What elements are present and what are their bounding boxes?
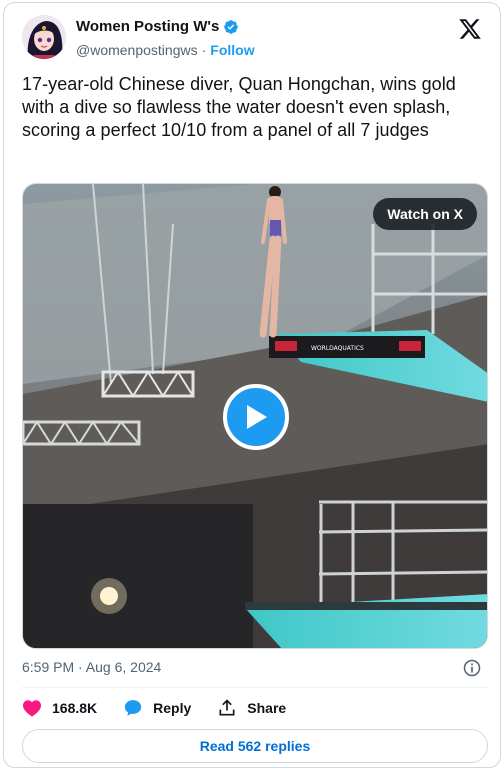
reply-label: Reply bbox=[153, 700, 192, 716]
share-button[interactable]: Share bbox=[217, 698, 286, 718]
play-icon bbox=[247, 405, 267, 429]
handle-row: @womenpostingws · Follow bbox=[76, 42, 255, 58]
reply-bubble-icon bbox=[124, 700, 142, 716]
share-label: Share bbox=[247, 700, 287, 716]
like-button[interactable]: 168.8K bbox=[22, 699, 97, 717]
avatar-illustration bbox=[22, 15, 66, 59]
divider bbox=[22, 687, 488, 688]
timestamp[interactable]: 6:59 PM · Aug 6, 2024 bbox=[22, 659, 161, 675]
tweet-card: Women Posting W's @womenpostingws · Foll… bbox=[3, 2, 501, 768]
follow-button[interactable]: Follow bbox=[210, 42, 254, 58]
avatar[interactable] bbox=[22, 15, 66, 59]
like-count: 168.8K bbox=[52, 700, 98, 716]
read-replies-button[interactable]: Read 562 replies bbox=[22, 729, 488, 763]
tweet-text: 17-year-old Chinese diver, Quan Hongchan… bbox=[22, 74, 456, 140]
action-bar: 168.8K Reply Share bbox=[22, 698, 312, 718]
watch-on-x-button[interactable]: Watch on X bbox=[373, 198, 477, 230]
heart-icon bbox=[23, 700, 41, 717]
verified-badge-icon bbox=[224, 19, 239, 34]
handle[interactable]: @womenpostingws bbox=[76, 42, 198, 58]
x-logo-icon[interactable] bbox=[458, 17, 482, 41]
video-player[interactable]: WORLDAQUATICS Watch on X bbox=[22, 183, 488, 649]
display-name[interactable]: Women Posting W's bbox=[76, 18, 219, 35]
separator: · bbox=[201, 42, 207, 58]
board-banner-text: WORLDAQUATICS bbox=[311, 345, 364, 352]
author-name-row[interactable]: Women Posting W's bbox=[76, 18, 239, 35]
play-button[interactable] bbox=[223, 384, 289, 450]
reply-button[interactable]: Reply bbox=[123, 698, 191, 718]
info-icon[interactable] bbox=[462, 658, 482, 678]
share-icon bbox=[219, 699, 235, 716]
